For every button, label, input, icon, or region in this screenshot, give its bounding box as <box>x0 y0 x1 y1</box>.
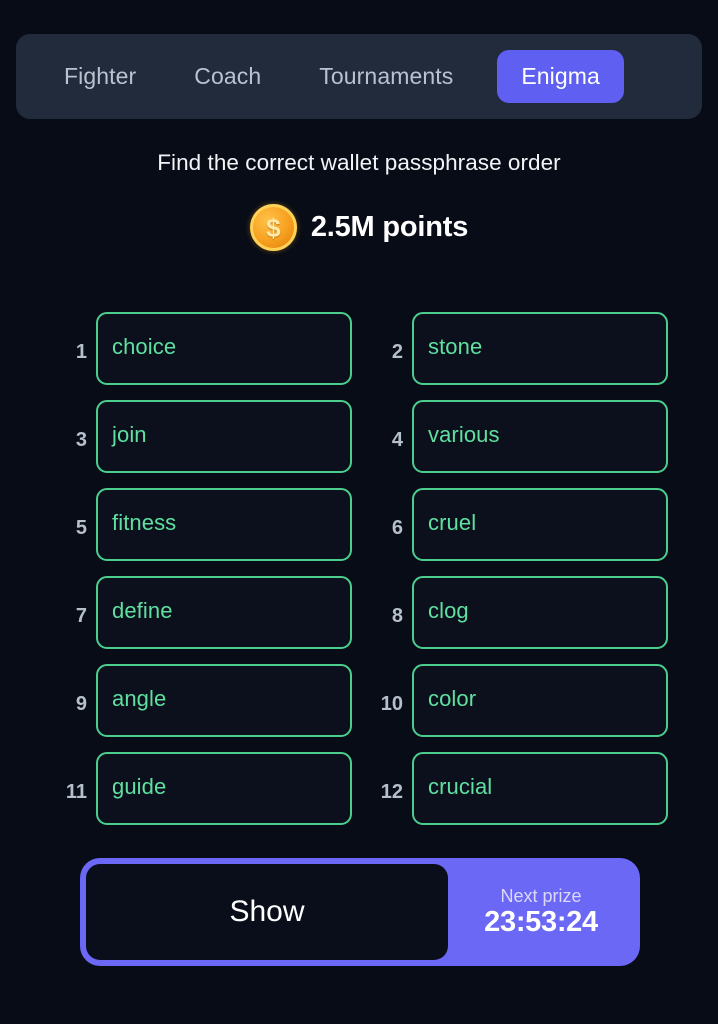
next-prize-label: Next prize <box>500 886 582 906</box>
word-box-11[interactable]: guide <box>96 752 352 825</box>
top-nav-bar: Fighter Coach Tournaments Enigma <box>16 34 702 119</box>
page-subtitle: Find the correct wallet passphrase order <box>157 150 561 175</box>
word-box-8[interactable]: clog <box>412 576 668 649</box>
word-index-8: 8 <box>391 605 403 627</box>
word-index-3: 3 <box>75 429 87 451</box>
word-box-2[interactable]: stone <box>412 312 668 385</box>
word-cell-1: 1 choice <box>50 312 352 385</box>
word-label-11: guide <box>112 774 167 799</box>
word-box-5[interactable]: fitness <box>96 488 352 561</box>
word-label-6: cruel <box>428 510 477 535</box>
word-index-1: 1 <box>75 341 87 363</box>
word-label-12: crucial <box>428 774 493 799</box>
word-cell-12: 12 crucial <box>366 752 668 825</box>
coin-dollar-icon <box>249 204 297 251</box>
word-cell-4: 4 various <box>366 400 668 473</box>
word-index-2: 2 <box>391 341 403 363</box>
nav-tab-coach[interactable]: Coach <box>180 65 275 88</box>
word-index-7: 7 <box>75 605 87 627</box>
action-bar: Show Next prize 23:53:24 <box>80 858 640 966</box>
word-label-10: color <box>428 686 477 711</box>
points-value: 2.5M points <box>310 211 469 243</box>
next-prize-timer: 23:53:24 <box>484 906 598 938</box>
word-box-7[interactable]: define <box>96 576 352 649</box>
word-cell-10: 10 color <box>366 664 668 737</box>
word-index-4: 4 <box>391 429 403 451</box>
word-label-3: join <box>112 422 147 447</box>
word-cell-11: 11 guide <box>50 752 352 825</box>
word-cell-6: 6 cruel <box>366 488 668 561</box>
word-label-7: define <box>112 598 173 623</box>
word-label-4: various <box>428 422 500 447</box>
word-box-9[interactable]: angle <box>96 664 352 737</box>
word-cell-8: 8 clog <box>366 576 668 649</box>
word-box-6[interactable]: cruel <box>412 488 668 561</box>
word-index-10: 10 <box>380 693 403 715</box>
word-label-2: stone <box>428 334 483 359</box>
word-cell-3: 3 join <box>50 400 352 473</box>
word-box-4[interactable]: various <box>412 400 668 473</box>
word-label-9: angle <box>112 686 167 711</box>
word-cell-9: 9 angle <box>50 664 352 737</box>
points-row: 2.5M points <box>0 204 718 251</box>
word-box-1[interactable]: choice <box>96 312 352 385</box>
word-cell-2: 2 stone <box>366 312 668 385</box>
word-index-6: 6 <box>391 517 403 539</box>
word-label-1: choice <box>112 334 177 359</box>
word-label-5: fitness <box>112 510 177 535</box>
word-index-5: 5 <box>75 517 87 539</box>
next-prize-block: Next prize 23:53:24 <box>448 864 634 960</box>
nav-tab-tournaments[interactable]: Tournaments <box>305 65 467 88</box>
passphrase-grid: 1 choice 2 stone 3 join 4 various 5 fitn… <box>0 312 718 825</box>
nav-tab-enigma[interactable]: Enigma <box>497 50 624 103</box>
enigma-screen: Fighter Coach Tournaments Enigma Find th… <box>0 0 718 1024</box>
word-box-10[interactable]: color <box>412 664 668 737</box>
word-index-12: 12 <box>380 781 403 803</box>
word-box-12[interactable]: crucial <box>412 752 668 825</box>
word-index-11: 11 <box>65 781 87 803</box>
word-box-3[interactable]: join <box>96 400 352 473</box>
word-index-9: 9 <box>75 693 87 715</box>
word-cell-5: 5 fitness <box>50 488 352 561</box>
word-cell-7: 7 define <box>50 576 352 649</box>
word-label-8: clog <box>428 598 469 623</box>
show-button[interactable]: Show <box>86 864 448 960</box>
nav-tab-fighter[interactable]: Fighter <box>50 65 150 88</box>
